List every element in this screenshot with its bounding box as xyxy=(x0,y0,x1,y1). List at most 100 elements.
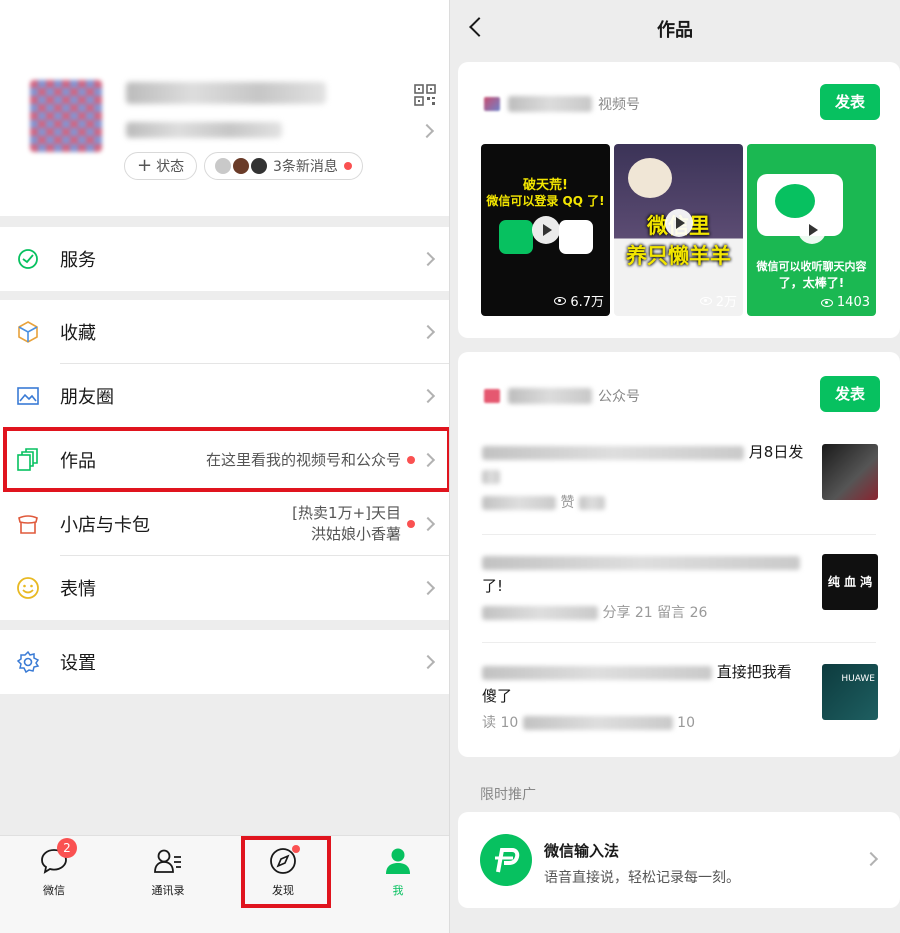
article-meta: 分享 21 留言 26 xyxy=(482,602,707,622)
divider xyxy=(482,642,876,643)
wechat-id-blurred xyxy=(126,122,282,138)
channels-account-header[interactable]: 视频号 xyxy=(484,94,640,114)
menu-label: 服务 xyxy=(60,250,96,271)
chevron-right-icon xyxy=(420,388,436,404)
article-title: 直接把我看 傻了 xyxy=(482,660,810,708)
new-messages-pill[interactable]: 3条新消息 xyxy=(204,152,363,180)
view-count: 6.7万 xyxy=(554,291,604,310)
channels-card: 视频号 发表 破天荒! 微信可以登录 QQ 了! 6.7万 微信里 养只懒羊羊 … xyxy=(458,62,900,338)
wechat-input-method-icon xyxy=(480,834,532,886)
menu-item-shop-cards[interactable]: 小店与卡包 [热卖1万+]天目 洪姑娘小香薯 xyxy=(0,492,449,556)
eye-icon xyxy=(699,296,712,305)
person-icon xyxy=(386,848,410,874)
article-title-visible: 直接把我看 xyxy=(716,663,792,681)
menu-label: 朋友圈 xyxy=(60,387,114,408)
avatar xyxy=(251,158,267,174)
menu-item-moments[interactable]: 朋友圈 xyxy=(0,364,449,428)
tab-contacts[interactable]: 通讯录 xyxy=(128,846,208,898)
menu-label: 收藏 xyxy=(60,323,96,344)
menu-label: 设置 xyxy=(60,653,96,674)
qr-code-icon[interactable] xyxy=(414,84,436,106)
account-avatar xyxy=(484,389,500,403)
divider xyxy=(482,534,876,535)
tab-me[interactable]: 我 xyxy=(358,846,438,898)
article-title-visible-line2: 傻了 xyxy=(482,687,513,705)
menu-label: 表情 xyxy=(60,579,96,600)
status-button[interactable]: + 状态 xyxy=(124,152,198,180)
publish-article-button[interactable]: 发表 xyxy=(820,376,880,412)
shop-hint-line2: 洪姑娘小香薯 xyxy=(310,525,401,543)
official-account-card: 公众号 发表 月8日发 赞 了! 分享 21 留言 26 纯 血 鸿 蒙 直接把… xyxy=(458,352,900,757)
services-icon xyxy=(18,249,38,269)
works-highlight-box xyxy=(3,427,449,492)
blurred-text xyxy=(482,445,744,460)
tab-chats[interactable]: 2 微信 xyxy=(14,838,94,898)
promo-card[interactable]: 微信输入法 语音直接说，轻松记录每一刻。 xyxy=(458,812,900,908)
unread-badge: 2 xyxy=(57,838,77,858)
chevron-right-icon xyxy=(420,251,436,267)
play-icon xyxy=(664,209,693,238)
blurred-text xyxy=(482,496,556,510)
tab-label: 微信 xyxy=(43,884,65,897)
eye-icon xyxy=(820,298,833,307)
official-account-header[interactable]: 公众号 xyxy=(484,386,640,406)
wechat-logo xyxy=(499,220,533,254)
menu-item-favorites[interactable]: 收藏 xyxy=(0,300,449,364)
promo-section-label: 限时推广 xyxy=(480,787,536,803)
account-name-blurred xyxy=(508,388,592,404)
blurred-text xyxy=(482,606,598,620)
article-thumbnail: 纯 血 鸿 蒙 xyxy=(822,554,878,645)
blurred-text xyxy=(482,469,500,484)
moments-picture-icon xyxy=(17,387,39,405)
profile-header[interactable]: + 状态 3条新消息 xyxy=(0,0,449,216)
status-label: 状态 xyxy=(156,159,185,175)
promo-title: 微信输入法 xyxy=(544,842,620,860)
video-caption: 了，太棒了! xyxy=(778,276,845,290)
account-type-label: 公众号 xyxy=(598,389,640,405)
view-count: 1403 xyxy=(820,295,870,310)
article-title: 了! xyxy=(482,550,810,598)
chevron-right-icon xyxy=(419,123,435,139)
unread-dot xyxy=(407,520,415,528)
video-thumbnail[interactable]: 破天荒! 微信可以登录 QQ 了! 6.7万 xyxy=(481,144,610,316)
avatar xyxy=(215,158,231,174)
play-icon xyxy=(797,216,826,244)
promo-description: 语音直接说，轻松记录每一刻。 xyxy=(544,870,740,886)
plus-icon: + xyxy=(137,155,153,176)
nickname-blurred xyxy=(126,82,326,104)
gear-icon xyxy=(16,650,40,674)
video-thumbnail[interactable]: 微信里 养只懒羊羊 2万 xyxy=(614,144,743,316)
publish-video-button[interactable]: 发表 xyxy=(820,84,880,120)
article-item[interactable]: 直接把我看 傻了 读 10 10 HUAWE xyxy=(482,660,878,770)
blurred-text xyxy=(578,496,605,510)
works-page: 作品 视频号 发表 破天荒! 微信可以登录 QQ 了! 6.7万 微信里 养只懒… xyxy=(449,0,900,933)
qq-logo xyxy=(559,220,593,254)
tab-label: 我 xyxy=(392,884,404,897)
article-title: 月8日发 xyxy=(482,440,810,488)
video-thumbnail[interactable]: 微信可以收听聊天内容 了，太棒了! 1403 xyxy=(747,144,876,316)
article-item[interactable]: 了! 分享 21 留言 26 纯 血 鸿 蒙 xyxy=(482,550,878,660)
article-meta: 读 10 10 xyxy=(482,715,695,731)
shop-icon xyxy=(18,515,38,534)
menu-item-stickers[interactable]: 表情 xyxy=(0,556,449,620)
menu-label: 小店与卡包 xyxy=(60,515,150,536)
unread-dot xyxy=(343,162,352,170)
channel-name-blurred xyxy=(508,96,592,112)
article-meta: 赞 xyxy=(482,492,605,512)
wechat-me-page: + 状态 3条新消息 服务 收藏 朋友圈 作品 在这里看我的视频号和公众号 小店… xyxy=(0,0,449,933)
avatar xyxy=(233,158,249,174)
article-thumbnail: HUAWE xyxy=(822,664,878,720)
menu-item-settings[interactable]: 设置 xyxy=(0,630,449,694)
tab-label: 通讯录 xyxy=(151,884,185,897)
favorites-cube-icon xyxy=(18,321,38,343)
shop-hint-line1: [热卖1万+]天目 xyxy=(292,504,401,522)
video-caption: 微信可以收听聊天内容 xyxy=(756,260,867,273)
blurred-text xyxy=(482,555,800,570)
chevron-right-icon xyxy=(420,516,436,532)
blurred-text xyxy=(482,665,712,680)
article-title-visible: 月8日发 xyxy=(748,443,804,461)
discover-highlight-box xyxy=(241,836,331,908)
menu-item-services[interactable]: 服务 xyxy=(0,227,449,291)
avatar[interactable] xyxy=(30,80,102,152)
new-messages-label: 3条新消息 xyxy=(273,159,338,175)
